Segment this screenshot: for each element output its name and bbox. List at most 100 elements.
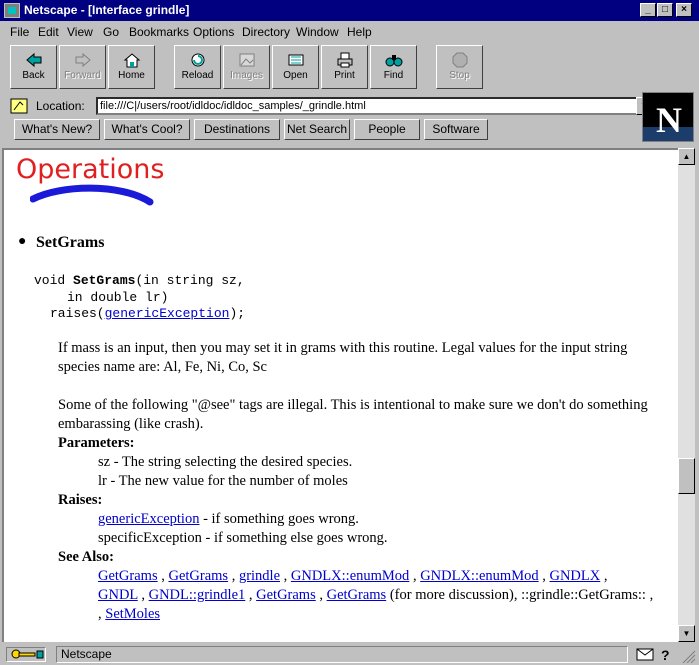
menu-options[interactable]: Options (193, 25, 234, 39)
stop-button[interactable]: Stop (436, 45, 483, 89)
scroll-up-button[interactable]: ▲ (678, 148, 695, 165)
forward-arrow-icon (75, 52, 91, 68)
key-icon (11, 649, 44, 659)
bookmark-page-icon[interactable] (10, 98, 28, 114)
title-bar: Netscape - [Interface grindle] _ □ × (0, 0, 699, 21)
back-label: Back (22, 70, 45, 81)
see-link-gndlx-enummod-1[interactable]: GNDLX::enumMod (291, 568, 409, 584)
scroll-thumb[interactable] (678, 458, 695, 494)
open-button[interactable]: Open (272, 45, 319, 89)
print-button[interactable]: Print (321, 45, 368, 89)
images-icon (239, 53, 255, 67)
description-2a: Some of the following "@see" tags are il… (58, 397, 648, 413)
method-heading: SetGrams (36, 234, 105, 251)
see-link-gndl-grindle1[interactable]: GNDL::grindle1 (149, 587, 246, 603)
maximize-button[interactable]: □ (657, 3, 673, 17)
menu-file[interactable]: File (10, 25, 29, 39)
destinations-button[interactable]: Destinations (194, 119, 280, 140)
help-question-icon[interactable]: ? (658, 647, 672, 662)
sig-raises: raises( (50, 306, 105, 321)
home-button[interactable]: Home (108, 45, 155, 89)
sig-param-1: (in string sz, (135, 273, 245, 288)
see-link-gndl[interactable]: GNDL (98, 587, 138, 603)
signature-line-3: raises(genericException); (50, 306, 245, 321)
forward-button[interactable]: Forward (59, 45, 106, 89)
generic-exception-link[interactable]: genericException (105, 306, 230, 321)
see-link-getgrams-2[interactable]: GetGrams (168, 568, 228, 584)
minimize-button[interactable]: _ (640, 3, 656, 17)
raises-label: Raises: (58, 492, 103, 508)
see-link-setmoles[interactable]: SetMoles (105, 606, 160, 622)
reload-button[interactable]: Reload (174, 45, 221, 89)
raise-generic-text: - if something goes wrong. (199, 511, 359, 527)
stop-icon (452, 52, 468, 68)
see-link-gndlx-enummod-2[interactable]: GNDLX::enumMod (420, 568, 538, 584)
see-link-gndlx[interactable]: GNDLX (549, 568, 600, 584)
mail-icon[interactable] (636, 648, 654, 661)
net-search-button[interactable]: Net Search (284, 119, 350, 140)
images-label: Images (230, 70, 263, 81)
reload-icon (191, 53, 205, 67)
home-label: Home (118, 70, 145, 81)
see-link-getgrams-4[interactable]: GetGrams (327, 587, 387, 603)
forward-label: Forward (64, 70, 101, 81)
images-button[interactable]: Images (223, 45, 270, 89)
home-icon (123, 53, 141, 68)
menu-go[interactable]: Go (103, 25, 119, 39)
see-also-line-3: , SetMoles (98, 606, 161, 622)
see-link-grindle[interactable]: grindle (239, 568, 280, 584)
netscape-n-icon: N (656, 100, 682, 140)
svg-text:?: ? (661, 647, 670, 662)
menu-window[interactable]: Window (296, 25, 339, 39)
print-label: Print (334, 70, 355, 81)
page-content: Operations ● SetGrams void SetGrams(in s… (2, 148, 678, 642)
see-link-getgrams-1[interactable]: GetGrams (98, 568, 158, 584)
back-button[interactable]: Back (10, 45, 57, 89)
whats-new-button[interactable]: What's New? (14, 119, 100, 140)
find-button[interactable]: Find (370, 45, 417, 89)
description-1b: species name are: Al, Fe, Ni, Co, Sc (58, 359, 267, 375)
menu-directory[interactable]: Directory (242, 25, 290, 39)
see-link-getgrams-3[interactable]: GetGrams (256, 587, 316, 603)
security-key-icon[interactable] (6, 647, 46, 662)
signature-line-2: in double lr) (67, 290, 169, 305)
people-button[interactable]: People (354, 119, 420, 140)
software-button[interactable]: Software (424, 119, 488, 140)
back-arrow-icon (26, 52, 42, 68)
sig-end: ); (229, 306, 246, 321)
location-label: Location: (36, 99, 85, 113)
menu-edit[interactable]: Edit (38, 25, 59, 39)
window-title: Netscape - [Interface grindle] (24, 3, 190, 17)
whats-cool-button[interactable]: What's Cool? (104, 119, 190, 140)
menu-view[interactable]: View (67, 25, 93, 39)
see-also-label: See Also: (58, 549, 114, 565)
printer-icon (337, 52, 353, 68)
stop-label: Stop (449, 70, 470, 81)
raise-generic-exception-link[interactable]: genericException (98, 511, 199, 527)
menu-bar: File Edit View Go Bookmarks Options Dire… (0, 21, 699, 42)
scroll-down-button[interactable]: ▼ (678, 625, 695, 642)
vertical-scrollbar[interactable]: ▲ ▼ (678, 148, 695, 642)
find-label: Find (383, 70, 404, 81)
menu-bookmarks[interactable]: Bookmarks (129, 25, 189, 39)
open-icon (288, 54, 304, 66)
see-also-line-2: GNDL , GNDL::grindle1 , GetGrams , GetGr… (98, 587, 654, 603)
close-button[interactable]: × (676, 3, 692, 17)
param-sz: sz - The string selecting the desired sp… (98, 454, 353, 470)
resize-grip-icon[interactable] (682, 650, 696, 663)
description-2b: embarassing (like crash). (58, 416, 204, 432)
status-text: Netscape (56, 646, 628, 663)
signature-line-1: void SetGrams(in string sz, (34, 273, 245, 288)
netscape-logo[interactable]: N (642, 92, 694, 142)
description-1a: If mass is an input, then you may set it… (58, 340, 628, 356)
see-also-tail-text: (for more discussion), ::grindle::GetGra… (389, 587, 654, 603)
menu-help[interactable]: Help (347, 25, 372, 39)
open-label: Open (283, 70, 308, 81)
raise-generic: genericException - if something goes wro… (98, 511, 359, 528)
location-input[interactable]: file:///C|/users/root/idldoc/idldoc_samp… (96, 97, 638, 115)
netscape-app-icon[interactable] (4, 3, 20, 18)
title-swoosh (30, 184, 154, 206)
binoculars-icon (385, 55, 403, 67)
see-also-line-1: GetGrams , GetGrams , grindle , GNDLX::e… (98, 568, 608, 584)
sig-return-type: void (34, 273, 74, 288)
